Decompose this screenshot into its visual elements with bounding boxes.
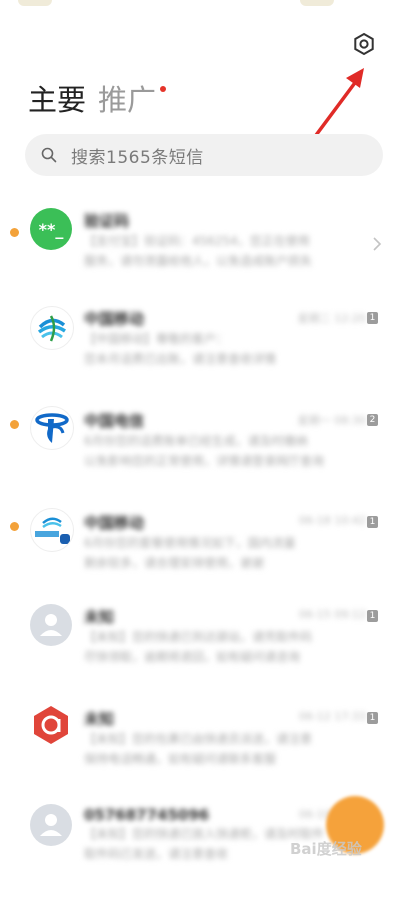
china-mobile-icon [35, 517, 70, 544]
conversation-row[interactable]: 中国移动 【中国移动】尊敬的客户： 您本月话费已出账，请注意查收详情 星期二 1… [0, 304, 404, 404]
tab-promotion[interactable]: 推广 [98, 80, 167, 120]
chevron-right-icon [373, 237, 382, 251]
china-telecom-logo-avatar [30, 406, 74, 450]
china-telecom-icon [35, 413, 69, 443]
message-preview-line: 保持电话畅通，如有疑问请联系客服 [84, 752, 277, 766]
status-indicator [18, 0, 52, 6]
new-indicator-dot [160, 86, 167, 92]
settings-gear-icon [354, 32, 374, 56]
unread-count-badge: 1 [367, 312, 378, 324]
conversation-row[interactable]: **_ 验证码 【支付宝】验证码：456254，您正在使用 服务，请勿泄露给他人… [0, 208, 404, 308]
tab-main[interactable]: 主要 [28, 80, 86, 120]
china-mobile-icon [37, 315, 66, 342]
conversation-text: 验证码 【支付宝】验证码：456254，您正在使用 服务，请勿泄露给他人，以免造… [84, 210, 354, 271]
message-preview-line: 【未知】您的包裹已由快递员派送，请注意 [84, 732, 313, 746]
message-preview-line: 以免影响您的正常使用，详情请登录网厅查询 [84, 454, 325, 468]
message-preview-line: 6月份您的套餐使用情况如下，国内流量 [84, 536, 296, 550]
conversation-row[interactable]: 未知 【未知】您的包裹已由快递员派送，请注意 保持电话畅通，如有疑问请联系客服 … [0, 704, 404, 804]
message-preview-line: 【中国移动】尊敬的客户： [84, 332, 229, 346]
search-icon [41, 147, 57, 163]
conversation-row[interactable]: 中国移动 6月份您的套餐使用情况如下，国内流量 剩余较多，请合理安排使用，谢谢 … [0, 508, 404, 608]
message-time: 06-15 09:12 [298, 608, 366, 621]
message-preview-line: 您本月话费已出账，请注意查收详情 [84, 352, 277, 366]
message-time: 星期二 12:20 [297, 312, 366, 325]
status-bar [0, 0, 404, 10]
message-preview-line: 【支付宝】验证码：456254，您正在使用 [84, 234, 310, 248]
search-input[interactable]: 搜索1565条短信 [25, 134, 383, 176]
message-preview-line: 尽快领取，逾期将退回，如有疑问请咨询 [84, 650, 301, 664]
courier-logo-avatar [30, 704, 72, 746]
tab-promotion-label: 推广 [98, 83, 157, 117]
message-preview-line: 剩余较多，请合理安排使用，谢谢 [84, 556, 265, 570]
unread-count-badge: 1 [367, 610, 378, 622]
conversation-row[interactable]: 未知 【未知】您的快递已到达驿站，请凭取件码 尽快领取，逾期将退回，如有疑问请咨… [0, 602, 404, 702]
message-time: 星期一 08:30 [297, 414, 366, 427]
person-icon [40, 614, 62, 636]
unread-dot [10, 420, 19, 429]
conversation-row[interactable]: 中国电信 6月份您的话费账单已经生成，请及时缴纳 以免影响您的正常使用，详情请登… [0, 406, 404, 506]
search-placeholder: 搜索1565条短信 [71, 147, 204, 168]
avatar [30, 604, 72, 646]
message-preview-line: 6月份您的话费账单已经生成，请及时缴纳 [84, 434, 308, 448]
message-time: 06-12 17:33 [298, 710, 366, 723]
avatar: **_ [30, 208, 72, 250]
china-mobile-5g-logo-avatar [30, 508, 74, 552]
contact-name: 验证码 [84, 212, 130, 230]
china-mobile-logo-avatar [30, 306, 74, 350]
tab-bar: 主要 推广 [28, 74, 167, 120]
unread-count-badge: 1 [367, 516, 378, 528]
message-time: 06-18 10:42 [298, 514, 366, 527]
message-preview-line: 服务，请勿泄露给他人，以免造成账户损失 [84, 254, 313, 268]
unread-count-badge: 1 [367, 712, 378, 724]
courier-logo-icon [34, 706, 68, 744]
avatar [30, 804, 72, 846]
unread-dot [10, 228, 19, 237]
settings-button[interactable] [350, 30, 378, 58]
person-icon [40, 814, 62, 836]
unread-dot [10, 522, 19, 531]
message-preview-line: 【未知】您的快递已到达驿站，请凭取件码 [84, 630, 313, 644]
watermark: Bai度经验 [290, 840, 362, 858]
unread-count-badge: 2 [367, 414, 378, 426]
status-indicator [300, 0, 334, 6]
